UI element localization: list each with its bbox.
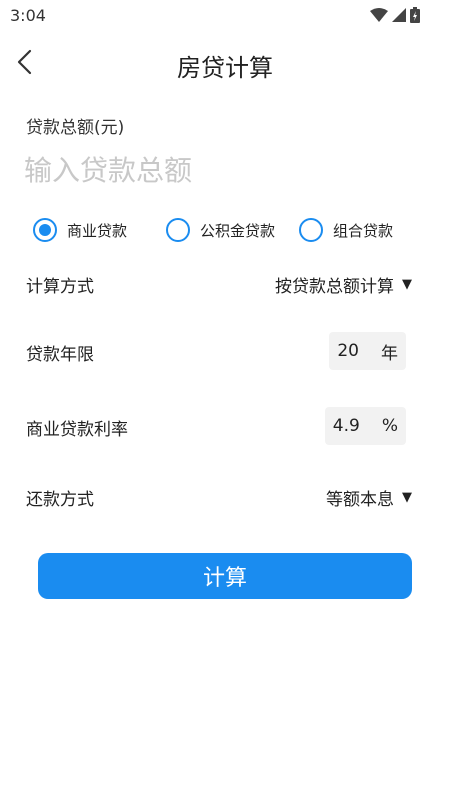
interest-rate-input[interactable]: 4.9 % [324, 407, 406, 445]
radio-button-selected[interactable] [33, 218, 57, 242]
radio-label: 公积金贷款 [200, 221, 276, 240]
interest-rate-value: 4.9 [332, 416, 360, 436]
loan-term-input[interactable]: 20 年 [329, 332, 406, 370]
repayment-row: 还款方式 等额本息 ▼ [0, 475, 450, 519]
radio-commercial-loan[interactable]: 商业贷款 [33, 214, 127, 246]
repayment-label: 还款方式 [26, 490, 94, 510]
page-title: 房贷计算 [177, 54, 273, 82]
calc-method-row: 计算方式 按贷款总额计算 ▼ [0, 262, 450, 306]
interest-rate-row: 商业贷款利率 4.9 % [0, 405, 450, 449]
repayment-dropdown[interactable]: 等额本息 ▼ [326, 485, 412, 510]
loan-term-label: 贷款年限 [26, 345, 94, 365]
app-bar: 房贷计算 [0, 40, 450, 86]
radio-provident-fund-loan[interactable]: 公积金贷款 [166, 214, 275, 246]
caret-down-icon: ▼ [402, 490, 412, 505]
calculate-button[interactable]: 计算 [38, 553, 412, 599]
interest-rate-label: 商业贷款利率 [26, 420, 128, 440]
repayment-value: 等额本息 [326, 490, 394, 510]
status-icons [370, 7, 420, 23]
loan-term-unit: 年 [381, 343, 398, 364]
loan-amount-label: 贷款总额(元) [26, 118, 125, 138]
loan-type-radio-group: 商业贷款 公积金贷款 组合贷款 [0, 214, 450, 246]
signal-icon [392, 8, 406, 22]
calc-method-label: 计算方式 [26, 277, 94, 297]
radio-button[interactable] [299, 218, 323, 242]
radio-combined-loan[interactable]: 组合贷款 [299, 214, 393, 246]
calc-method-value: 按贷款总额计算 [275, 277, 394, 297]
radio-dot [39, 224, 51, 236]
radio-button[interactable] [166, 218, 190, 242]
wifi-icon [370, 8, 388, 22]
loan-term-value: 20 [337, 341, 359, 361]
status-time: 3:04 [10, 6, 46, 25]
loan-amount-input[interactable] [24, 148, 414, 192]
caret-down-icon: ▼ [402, 277, 412, 292]
interest-rate-unit: % [381, 416, 398, 436]
calc-method-dropdown[interactable]: 按贷款总额计算 ▼ [275, 272, 412, 297]
battery-icon [410, 7, 420, 23]
radio-label: 组合贷款 [333, 221, 394, 240]
radio-label: 商业贷款 [67, 221, 128, 240]
status-bar: 3:04 [0, 0, 450, 30]
loan-term-row: 贷款年限 20 年 [0, 330, 450, 374]
